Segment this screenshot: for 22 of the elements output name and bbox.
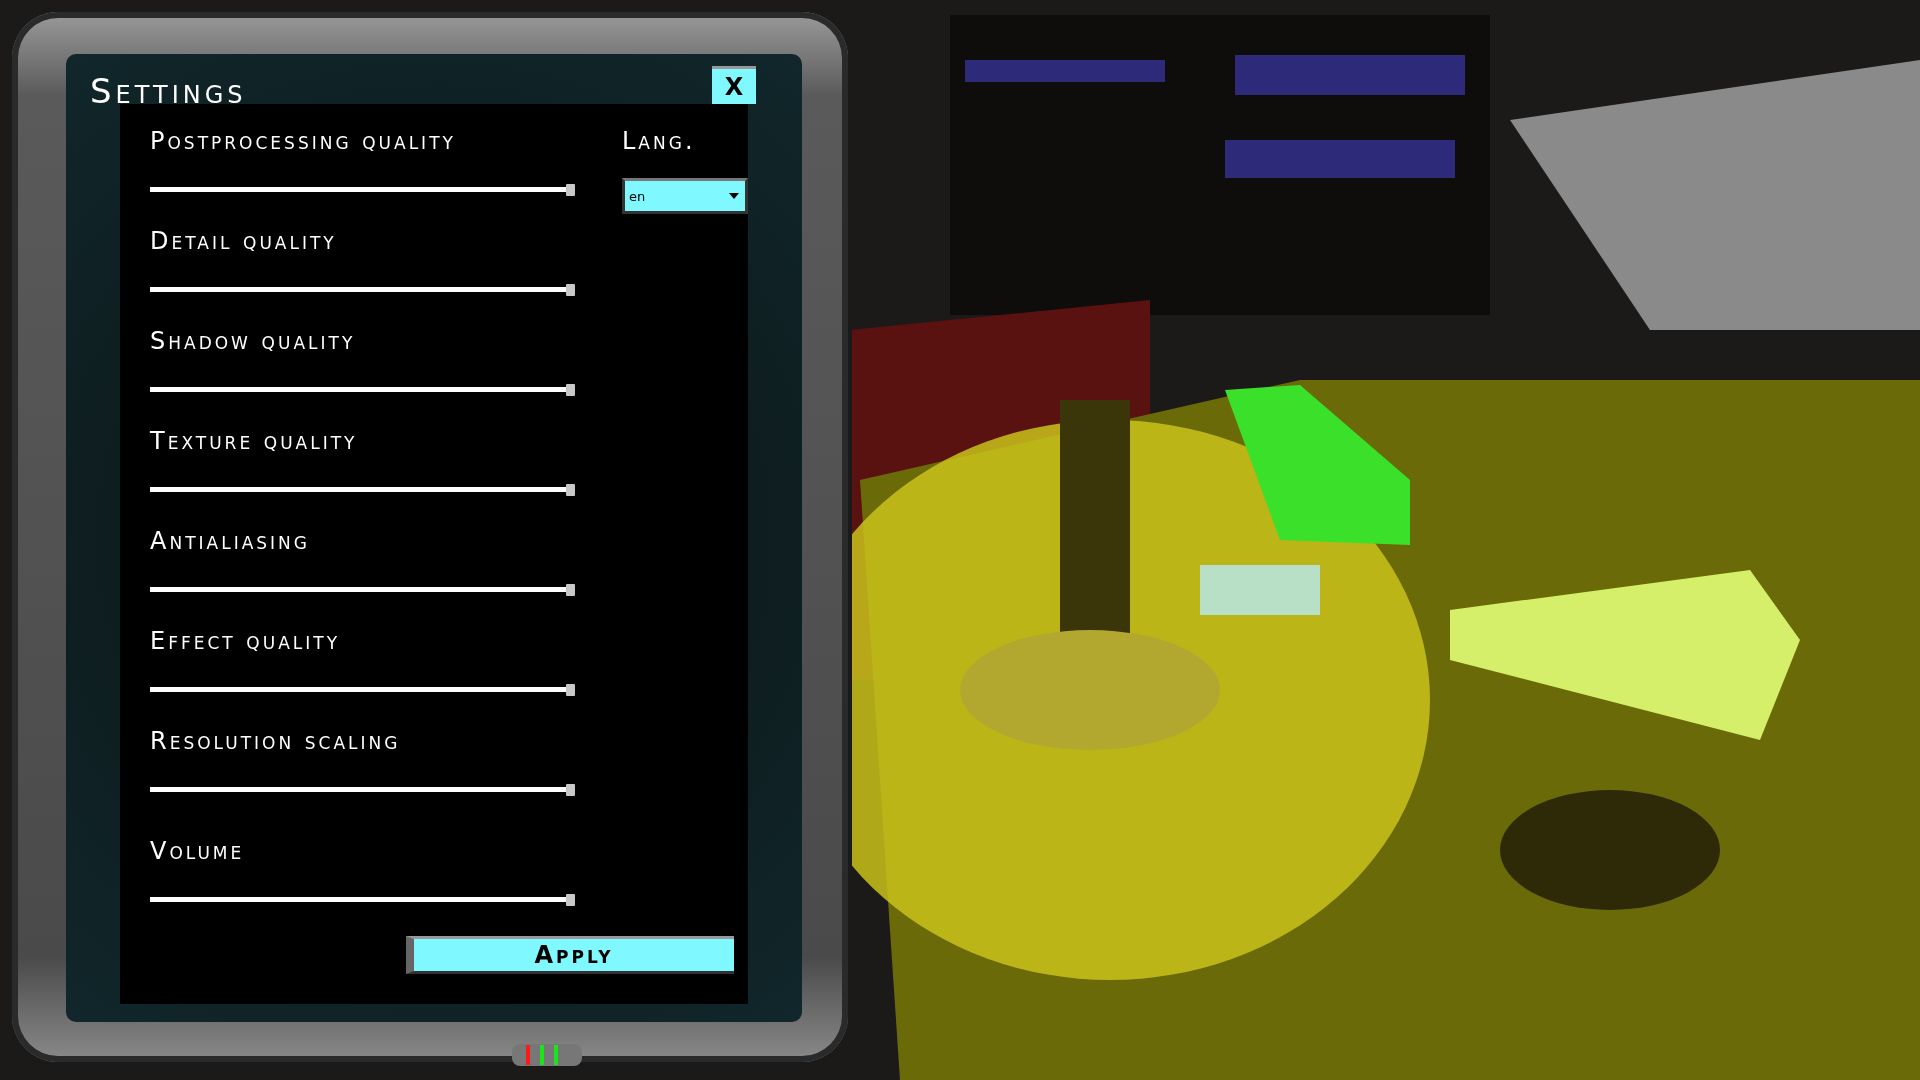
- slider-label: Antialiasing: [150, 526, 310, 556]
- slider[interactable]: [150, 892, 575, 906]
- slider[interactable]: [150, 382, 575, 396]
- apply-button[interactable]: Apply: [406, 936, 734, 974]
- slider-label: Shadow quality: [150, 326, 356, 356]
- slider-label: Volume: [150, 836, 245, 866]
- slider[interactable]: [150, 182, 575, 196]
- language-label: Lang.: [622, 126, 697, 156]
- close-button[interactable]: X: [712, 66, 756, 104]
- slider[interactable]: [150, 282, 575, 296]
- language-dropdown[interactable]: en: [622, 178, 748, 214]
- window-title: Settings: [90, 74, 247, 108]
- slider-label: Texture quality: [150, 426, 358, 456]
- slider[interactable]: [150, 582, 575, 596]
- slider[interactable]: [150, 682, 575, 696]
- slider-label: Resolution scaling: [150, 726, 401, 756]
- slider-label: Postprocessing quality: [150, 126, 456, 156]
- slider-label: Detail quality: [150, 226, 337, 256]
- slider[interactable]: [150, 482, 575, 496]
- slider-label: Effect quality: [150, 626, 341, 656]
- slider[interactable]: [150, 782, 575, 796]
- caret-icon: [729, 193, 739, 199]
